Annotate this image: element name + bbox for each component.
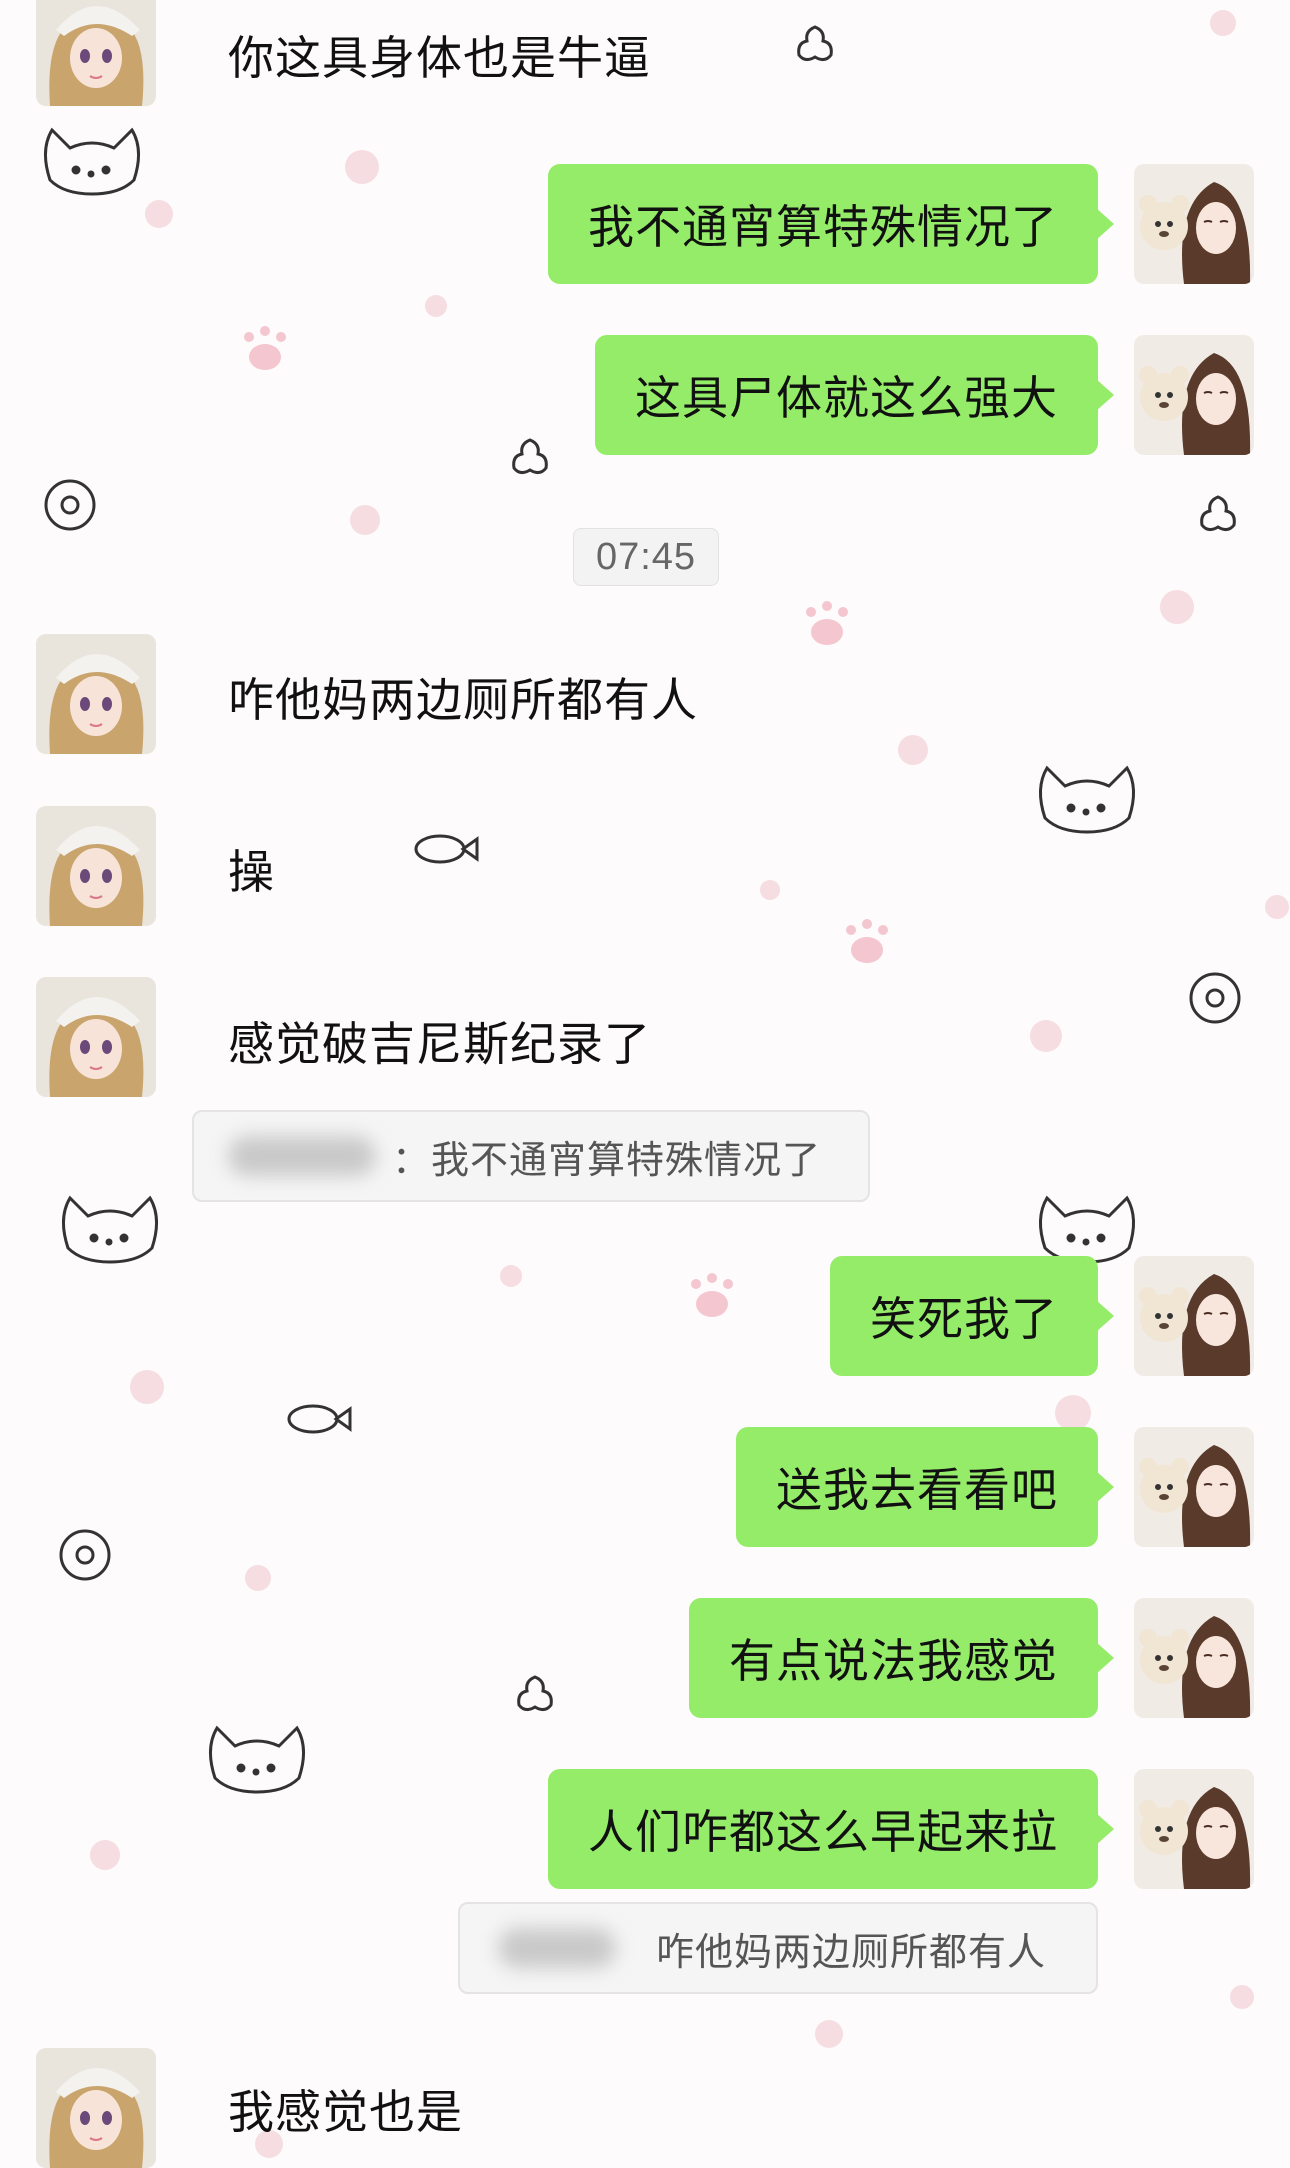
outgoing-message-bubble[interactable]: 我不通宵算特殊情况了 xyxy=(548,164,1114,284)
blurred-sender-name xyxy=(228,1136,376,1176)
incoming-message-text[interactable]: 感觉破吉尼斯纪录了 xyxy=(228,1008,651,1074)
outgoing-message-bubble[interactable]: 有点说法我感觉 xyxy=(689,1598,1114,1718)
teddy-bear-avatar-icon xyxy=(1134,1598,1254,1718)
outgoing-message-bubble[interactable]: 笑死我了 xyxy=(830,1256,1114,1376)
contact-avatar[interactable] xyxy=(36,806,156,926)
teddy-bear-avatar-icon xyxy=(1134,164,1254,284)
quoted-reply[interactable]: 咋他妈两边厕所都有人 xyxy=(458,1902,1098,1994)
own-avatar[interactable] xyxy=(1134,1256,1254,1376)
anime-girl-avatar-icon xyxy=(36,2048,156,2168)
contact-avatar[interactable] xyxy=(36,2048,156,2168)
anime-girl-avatar-icon xyxy=(36,806,156,926)
anime-girl-avatar-icon xyxy=(36,0,156,106)
quoted-reply[interactable]: ： 我不通宵算特殊情况了 xyxy=(192,1110,870,1202)
incoming-message-text[interactable]: 操 xyxy=(228,836,275,902)
own-avatar[interactable] xyxy=(1134,1427,1254,1547)
own-avatar[interactable] xyxy=(1134,164,1254,284)
teddy-bear-avatar-icon xyxy=(1134,335,1254,455)
quoted-text: 咋他妈两边厕所都有人 xyxy=(656,1929,1047,1974)
anime-girl-avatar-icon xyxy=(36,634,156,754)
timestamp-divider: 07:45 xyxy=(573,528,719,586)
contact-avatar[interactable] xyxy=(36,0,156,106)
own-avatar[interactable] xyxy=(1134,1769,1254,1889)
contact-avatar[interactable] xyxy=(36,977,156,1097)
outgoing-message-bubble[interactable]: 送我去看看吧 xyxy=(736,1427,1114,1547)
contact-avatar[interactable] xyxy=(36,634,156,754)
quoted-text: 我不通宵算特殊情况了 xyxy=(431,1137,822,1182)
own-avatar[interactable] xyxy=(1134,335,1254,455)
teddy-bear-avatar-icon xyxy=(1134,1769,1254,1889)
anime-girl-avatar-icon xyxy=(36,977,156,1097)
own-avatar[interactable] xyxy=(1134,1598,1254,1718)
teddy-bear-avatar-icon xyxy=(1134,1427,1254,1547)
incoming-message-text[interactable]: 你这具身体也是牛逼 xyxy=(228,22,651,88)
incoming-message-text[interactable]: 我感觉也是 xyxy=(228,2076,463,2142)
outgoing-message-bubble[interactable]: 人们咋都这么早起来拉 xyxy=(548,1769,1114,1889)
outgoing-message-bubble[interactable]: 这具尸体就这么强大 xyxy=(595,335,1114,455)
teddy-bear-avatar-icon xyxy=(1134,1256,1254,1376)
blurred-sender-name xyxy=(498,1928,616,1968)
quote-sender-separator: ： xyxy=(392,1137,432,1182)
incoming-message-text[interactable]: 咋他妈两边厕所都有人 xyxy=(228,664,698,730)
